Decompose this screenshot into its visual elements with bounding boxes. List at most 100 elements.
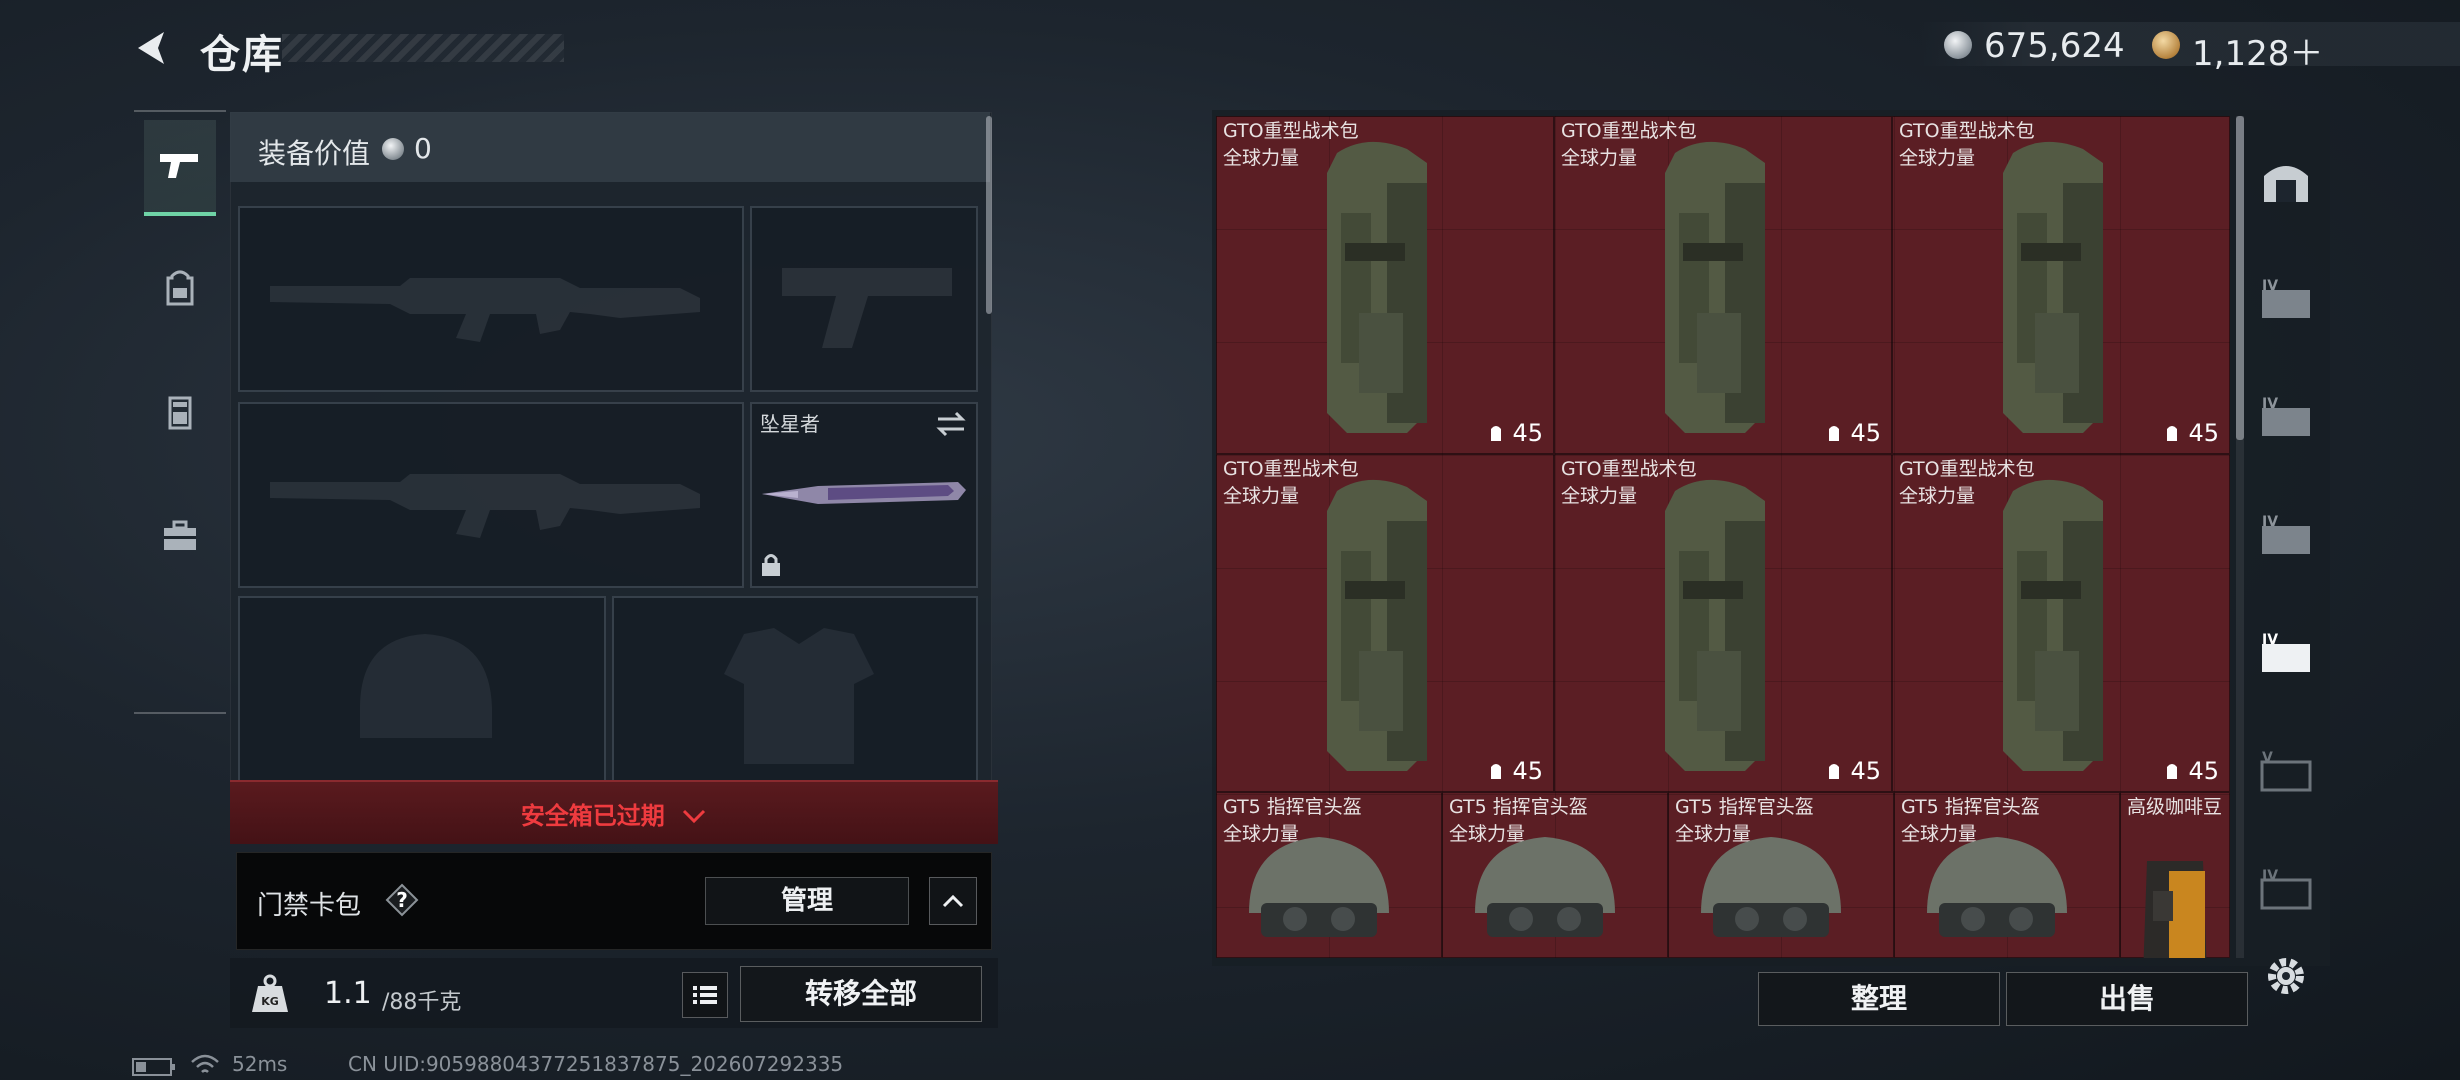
backpack-image xyxy=(1665,479,1765,771)
svg-text:IV: IV xyxy=(2262,514,2278,530)
sell-button[interactable]: 出售 xyxy=(2006,972,2248,1026)
storage-item[interactable]: GT5 指挥官头盔 全球力量 xyxy=(1668,792,1894,958)
loadout-tab-rail xyxy=(134,110,226,714)
storage-item[interactable]: GTO重型战术包 全球力量 45 xyxy=(1892,116,2230,454)
item-name: GT5 指挥官头盔 xyxy=(1675,796,1814,818)
storage-item[interactable]: GTO重型战术包 全球力量 45 xyxy=(1554,454,1892,792)
tab-storage-5[interactable]: V xyxy=(2250,730,2322,810)
list-view-button[interactable] xyxy=(682,972,728,1018)
item-name: 高级咖啡豆 xyxy=(2127,796,2223,818)
backpack-capacity-icon xyxy=(1491,764,1502,779)
storage-item[interactable]: GTO重型战术包 全球力量 45 xyxy=(1892,454,2230,792)
tab-storage-2[interactable]: IV xyxy=(2250,376,2322,456)
pistol-slot[interactable] xyxy=(750,206,978,392)
storage-box-icon: IV xyxy=(2262,632,2310,672)
storage-item[interactable]: GTO重型战术包 全球力量 45 xyxy=(1554,116,1892,454)
backpack-icon xyxy=(166,270,194,306)
storage-item[interactable]: GT5 指挥官头盔 全球力量 xyxy=(1442,792,1668,958)
tab-storage-6[interactable]: IV xyxy=(2250,848,2322,928)
knife-image xyxy=(762,482,966,504)
storage-item[interactable]: 高级咖啡豆 xyxy=(2120,792,2230,958)
primary-weapon-slot-2[interactable] xyxy=(238,402,744,588)
tab-storage-4-active[interactable]: IV xyxy=(2250,612,2322,692)
weight-current: 1.1 xyxy=(324,976,372,1011)
tab-case[interactable] xyxy=(144,490,216,582)
item-count: 45 xyxy=(1486,757,1543,785)
loadout-scrollbar[interactable] xyxy=(986,116,992,314)
item-count: 45 xyxy=(2162,419,2219,447)
storage-grid: GTO重型战术包 全球力量 45 GTO重型战术包 全球力量 45 GTO重型战… xyxy=(1216,116,2230,958)
transfer-all-button[interactable]: 转移全部 xyxy=(740,966,982,1022)
storage-item[interactable]: GTO重型战术包 全球力量 45 xyxy=(1216,454,1554,792)
warehouse-icon xyxy=(2264,166,2308,202)
expired-label: 安全箱已过期 xyxy=(230,796,998,831)
chevron-up-icon xyxy=(942,894,964,908)
helmet-image xyxy=(1701,837,1841,937)
gold-coin-icon xyxy=(2152,31,2180,59)
secure-container-expired-bar[interactable]: 安全箱已过期 xyxy=(230,780,998,844)
pistol-icon xyxy=(160,154,198,178)
weight-capacity: /88千克 xyxy=(382,990,462,1015)
item-count: 45 xyxy=(1486,419,1543,447)
svg-text:IV: IV xyxy=(2262,396,2278,412)
rifle-silhouette-icon xyxy=(270,278,700,342)
melee-slot[interactable]: 坠星者 xyxy=(750,402,978,588)
equip-value-header: 装备价值 0 xyxy=(230,112,990,182)
silver-balance: 675,624 xyxy=(1984,26,2125,66)
keycard-wallet: 门禁卡包 ? 管理 xyxy=(236,852,992,950)
uid-readout: CN UID:9059880437725183787​5_20260729233… xyxy=(348,1052,844,1076)
item-count: 45 xyxy=(1824,757,1881,785)
equip-value-label: 装备价值 xyxy=(258,137,371,170)
backpack-capacity-icon xyxy=(1491,426,1502,441)
rifle-silhouette-icon xyxy=(270,474,700,538)
item-count: 45 xyxy=(1824,419,1881,447)
gear-icon[interactable] xyxy=(2262,952,2310,1000)
tab-backpack[interactable] xyxy=(144,242,216,334)
backpack-image xyxy=(1665,141,1765,433)
title-decoration xyxy=(282,34,564,62)
storage-box-icon: IV xyxy=(2260,868,2312,910)
tab-storage-1[interactable]: IV xyxy=(2250,258,2322,338)
lock-icon xyxy=(762,554,780,576)
collapse-button[interactable] xyxy=(929,877,977,925)
backpack-image xyxy=(2003,141,2103,433)
keycard-label: 门禁卡包 xyxy=(257,891,362,921)
armor-slot[interactable] xyxy=(612,596,978,786)
storage-scroll-thumb[interactable] xyxy=(2236,116,2244,440)
storage-box-icon: V xyxy=(2260,750,2312,792)
storage-box-icon: IV xyxy=(2262,396,2310,436)
help-icon[interactable]: ? xyxy=(385,883,419,917)
ping-readout: 52ms xyxy=(232,1052,288,1076)
tab-weapons[interactable] xyxy=(144,120,216,216)
tab-storage-3[interactable]: IV xyxy=(2250,494,2322,574)
helmet-image xyxy=(1475,837,1615,937)
item-name: GT5 指挥官头盔 xyxy=(1223,796,1362,818)
svg-text:KG: KG xyxy=(261,995,279,1008)
back-arrow-icon[interactable] xyxy=(132,28,172,68)
backpack-capacity-icon xyxy=(2167,426,2178,441)
kg-weight-icon: KG xyxy=(252,974,288,1012)
primary-weapon-slot-1[interactable] xyxy=(238,206,744,392)
tab-all-storage[interactable] xyxy=(2250,140,2322,220)
backpack-capacity-icon xyxy=(2167,764,2178,779)
swap-icon[interactable] xyxy=(934,410,968,438)
storage-box-icon: IV xyxy=(2262,278,2310,318)
storage-item[interactable]: GTO重型战术包 全球力量 45 xyxy=(1216,116,1554,454)
item-name: GT5 指挥官头盔 xyxy=(1449,796,1588,818)
manage-button[interactable]: 管理 xyxy=(705,877,909,925)
tab-vest[interactable] xyxy=(144,366,216,458)
storage-scrollbar[interactable] xyxy=(2236,116,2244,958)
gold-balance[interactable]: 1,128＋ xyxy=(2192,26,2323,75)
equip-value: 0 xyxy=(414,132,432,165)
loadout-panel: 装备价值 0 坠星者 安全箱已过期 门禁卡包 ? 管理 KG 1.1 /88千克… xyxy=(230,112,998,1028)
helmet-slot[interactable] xyxy=(238,596,606,786)
svg-text:IV: IV xyxy=(2262,632,2278,648)
backpack-image xyxy=(2003,479,2103,771)
sort-button[interactable]: 整理 xyxy=(1758,972,2000,1026)
storage-box-icon: IV xyxy=(2262,514,2310,554)
storage-item[interactable]: GT5 指挥官头盔 全球力量 xyxy=(1216,792,1442,958)
storage-item[interactable]: GT5 指挥官头盔 全球力量 xyxy=(1894,792,2120,958)
helmet-silhouette-icon xyxy=(360,634,492,738)
item-count: 45 xyxy=(2162,757,2219,785)
battery-icon xyxy=(132,1058,175,1076)
